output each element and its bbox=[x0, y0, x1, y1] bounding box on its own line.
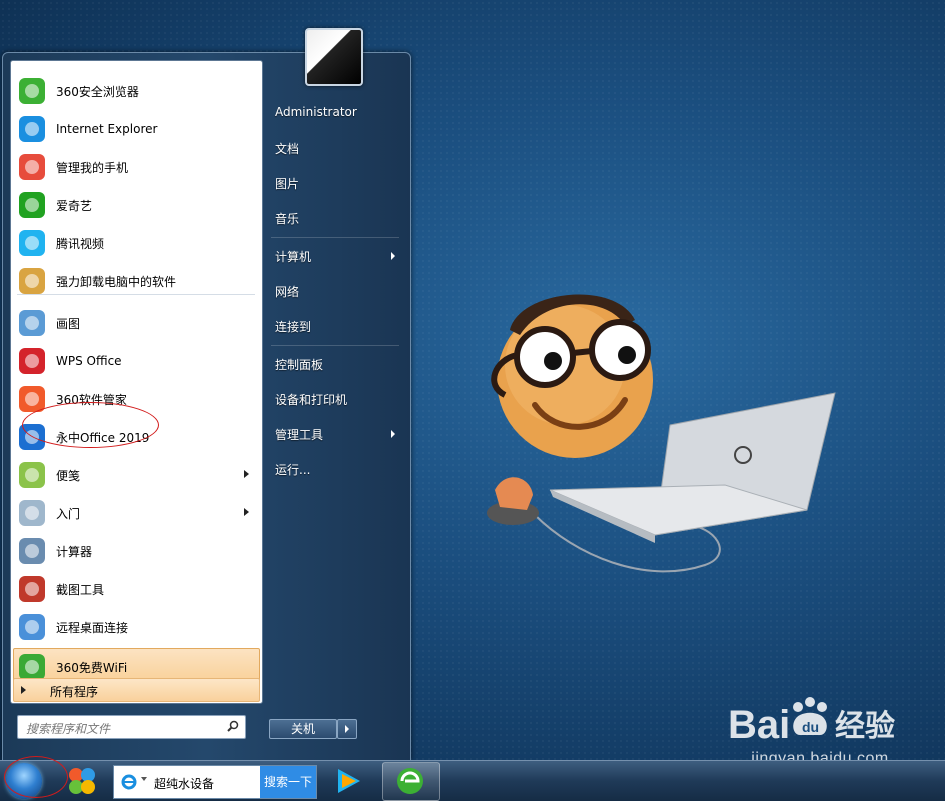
program-label: 360安全浏览器 bbox=[56, 84, 139, 99]
program-item[interactable]: 腾讯视频 bbox=[14, 225, 259, 261]
annotation-circle bbox=[4, 756, 68, 798]
menu-separator bbox=[17, 294, 255, 295]
program-label: 计算器 bbox=[56, 544, 93, 559]
right-item-documents[interactable]: 文档 bbox=[275, 140, 299, 157]
user-avatar[interactable] bbox=[305, 28, 363, 86]
right-item-connect-to[interactable]: 连接到 bbox=[275, 318, 311, 335]
triangle-right-icon bbox=[21, 686, 26, 694]
program-item[interactable]: 便笺 bbox=[14, 457, 259, 493]
program-item[interactable]: 入门 bbox=[14, 495, 259, 531]
snipping-tool-icon bbox=[16, 573, 48, 605]
program-item[interactable]: Internet Explorer bbox=[14, 111, 259, 147]
internet-explorer-icon bbox=[16, 113, 48, 145]
chevron-right-icon bbox=[391, 252, 395, 260]
phone-manager-icon bbox=[16, 151, 48, 183]
calculator-icon bbox=[16, 535, 48, 567]
program-label: WPS Office bbox=[56, 354, 122, 368]
sticky-notes-icon bbox=[16, 459, 48, 491]
admin-tools-label: 管理工具 bbox=[275, 428, 324, 442]
all-programs-label: 所有程序 bbox=[50, 685, 99, 699]
program-label: Internet Explorer bbox=[56, 122, 158, 136]
search-icon bbox=[227, 720, 239, 732]
program-item[interactable]: 截图工具 bbox=[14, 571, 259, 607]
program-label: 远程桌面连接 bbox=[56, 620, 129, 635]
shutdown-button[interactable]: 关机 bbox=[269, 719, 337, 739]
program-item[interactable]: 管理我的手机 bbox=[14, 149, 259, 185]
program-label: 强力卸载电脑中的软件 bbox=[56, 274, 177, 289]
program-label: 入门 bbox=[56, 506, 81, 521]
right-item-pictures[interactable]: 图片 bbox=[275, 175, 299, 192]
svg-text:du: du bbox=[802, 719, 819, 735]
taskbar: 超纯水设备 搜索一下 bbox=[0, 760, 945, 801]
program-item[interactable]: 爱奇艺 bbox=[14, 187, 259, 223]
right-item-devices-printers[interactable]: 设备和打印机 bbox=[275, 391, 347, 408]
remote-desktop-icon bbox=[16, 611, 48, 643]
360-browser-icon bbox=[16, 75, 48, 107]
baidu-logo: Bai du 经验 bbox=[728, 697, 895, 747]
taskbar-search-box[interactable]: 超纯水设备 搜索一下 bbox=[113, 765, 317, 799]
right-pane: Administrator 文档 图片 音乐 计算机 网络 连接到 控制面板 设… bbox=[263, 53, 410, 760]
programs-pane: 360安全浏览器 Internet Explorer 管理我的手机 爱奇艺腾讯视频强力… bbox=[10, 60, 263, 704]
search-input[interactable]: 搜索程序和文件 bbox=[17, 715, 246, 739]
internet-explorer-icon bbox=[121, 774, 137, 790]
paint-icon bbox=[16, 307, 48, 339]
shutdown-options-button[interactable] bbox=[337, 719, 357, 739]
right-item-user[interactable]: Administrator bbox=[275, 105, 357, 119]
program-item[interactable]: 计算器 bbox=[14, 533, 259, 569]
right-item-computer[interactable]: 计算机 bbox=[275, 248, 400, 265]
tencent-video-taskbar-icon[interactable] bbox=[330, 763, 366, 799]
program-item[interactable]: 360安全浏览器 bbox=[14, 73, 259, 109]
mascot-illustration bbox=[487, 294, 836, 573]
annotation-circle bbox=[22, 402, 159, 448]
right-separator bbox=[271, 345, 399, 346]
program-label: 360免费WiFi bbox=[56, 660, 128, 675]
getting-started-icon bbox=[16, 497, 48, 529]
computer-label: 计算机 bbox=[275, 250, 312, 264]
chevron-right-icon bbox=[244, 470, 249, 478]
uninstaller-icon bbox=[16, 265, 48, 297]
right-separator bbox=[271, 237, 399, 238]
program-item[interactable]: 远程桌面连接 bbox=[14, 609, 259, 645]
chevron-right-icon bbox=[391, 430, 395, 438]
program-label: 截图工具 bbox=[56, 582, 105, 597]
wps-icon bbox=[16, 345, 48, 377]
iqiyi-icon bbox=[16, 189, 48, 221]
right-item-music[interactable]: 音乐 bbox=[275, 210, 299, 227]
right-item-admin-tools[interactable]: 管理工具 bbox=[275, 426, 400, 443]
tencent-video-icon bbox=[16, 227, 48, 259]
360-browser-taskbar-button[interactable] bbox=[382, 762, 440, 801]
program-label: 爱奇艺 bbox=[56, 198, 93, 213]
program-label: 腾讯视频 bbox=[56, 236, 105, 251]
search-placeholder: 搜索程序和文件 bbox=[26, 722, 111, 736]
chevron-right-icon bbox=[244, 508, 249, 516]
program-label: 管理我的手机 bbox=[56, 160, 129, 175]
shutdown-group: 关机 bbox=[269, 719, 357, 739]
chevron-down-icon[interactable] bbox=[141, 777, 147, 781]
svg-text:经验: 经验 bbox=[835, 709, 895, 744]
taskbar-search-text: 超纯水设备 bbox=[154, 777, 215, 791]
all-programs-button[interactable]: 所有程序 bbox=[13, 678, 260, 702]
right-item-control-panel[interactable]: 控制面板 bbox=[275, 356, 323, 373]
program-label: 画图 bbox=[56, 316, 81, 331]
right-item-run[interactable]: 运行... bbox=[275, 461, 310, 478]
program-item[interactable]: WPS Office bbox=[14, 343, 259, 379]
taskbar-search-button[interactable]: 搜索一下 bbox=[260, 766, 316, 798]
360-software-manager-taskbar-icon[interactable] bbox=[64, 763, 100, 799]
program-item[interactable]: 画图 bbox=[14, 305, 259, 341]
360-browser-icon bbox=[397, 768, 423, 794]
svg-text:Bai: Bai bbox=[728, 703, 790, 747]
program-label: 便笺 bbox=[56, 468, 81, 483]
right-item-network[interactable]: 网络 bbox=[275, 283, 299, 300]
